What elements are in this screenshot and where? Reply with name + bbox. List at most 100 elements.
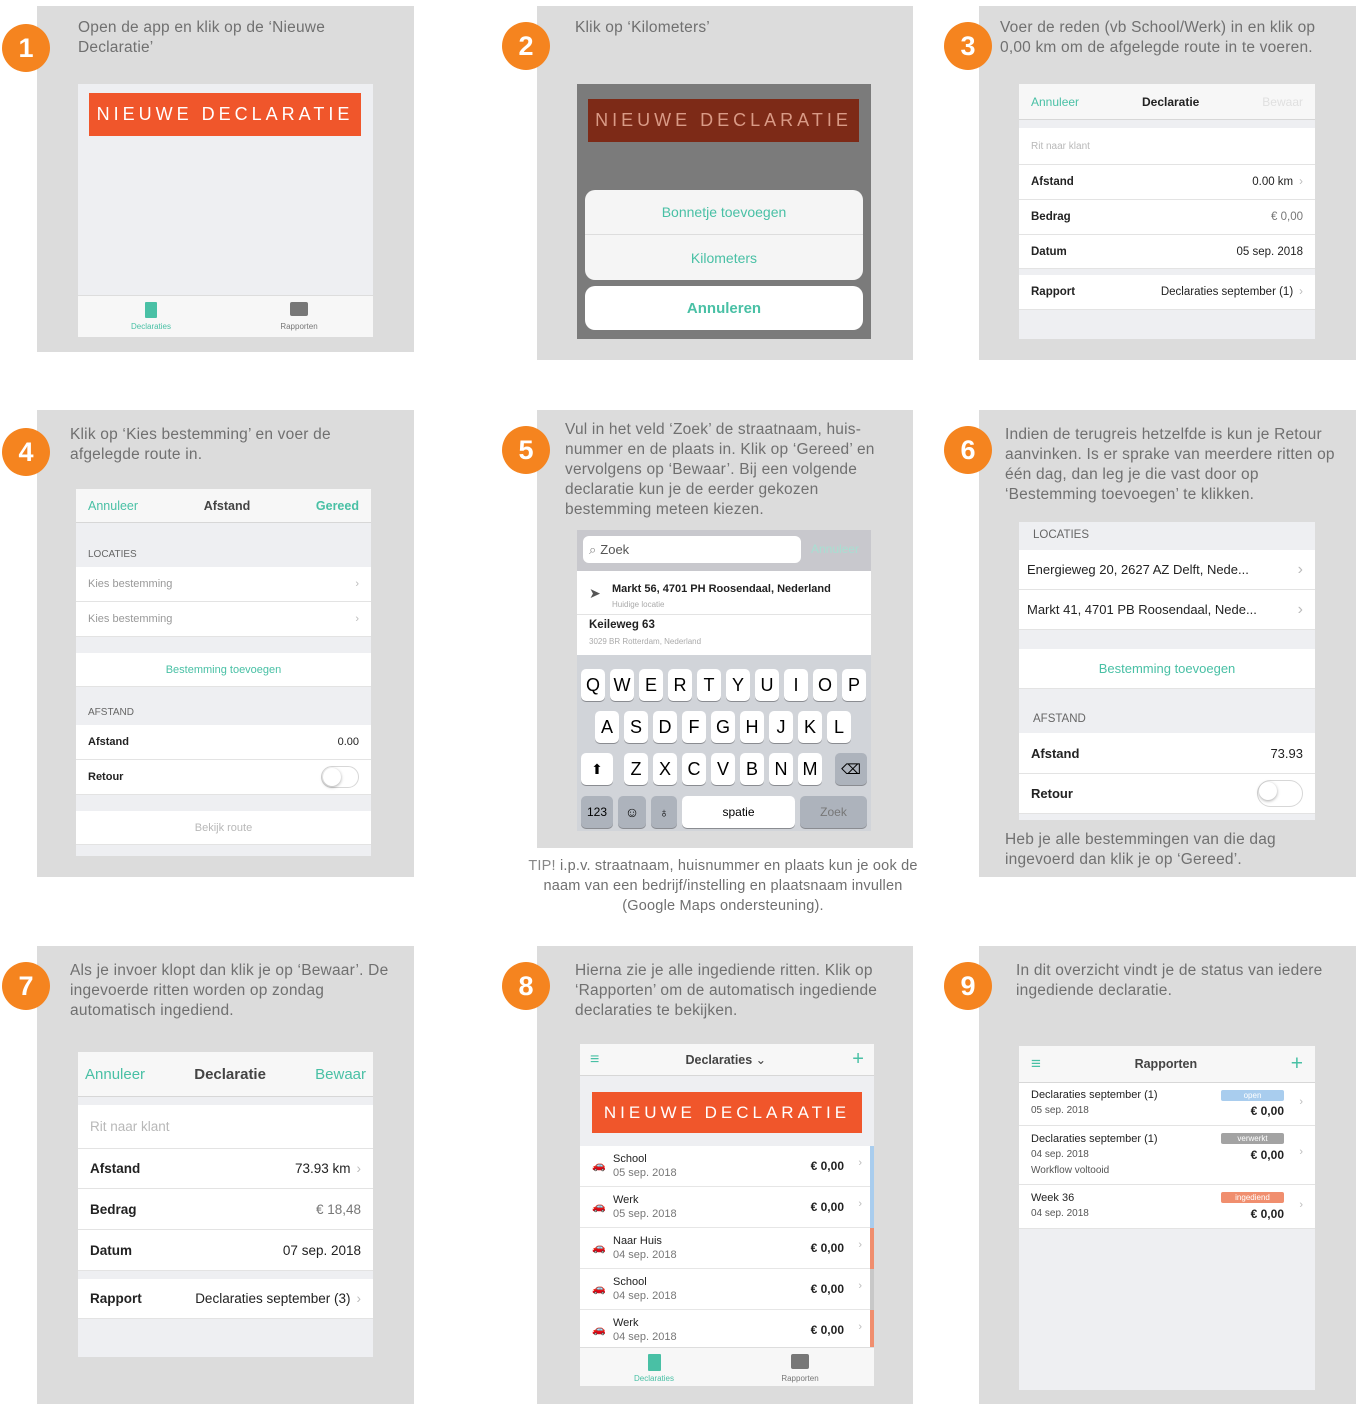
key-s[interactable]: S: [624, 711, 648, 743]
save-link[interactable]: Bewaar: [1262, 95, 1303, 109]
destination-2[interactable]: Kies bestemming ›: [76, 602, 371, 637]
date-row[interactable]: Datum 07 sep. 2018: [78, 1230, 373, 1271]
distance-row[interactable]: Afstand 73.93 km ›: [78, 1149, 373, 1189]
amount-row: Bedrag € 18,48: [78, 1189, 373, 1230]
key-e[interactable]: E: [639, 669, 663, 701]
cancel-link[interactable]: Annuleer: [85, 1066, 145, 1083]
cancel-sheet-button[interactable]: Annuleren: [585, 286, 863, 330]
add-icon[interactable]: +: [1291, 1052, 1303, 1076]
key-z[interactable]: Z: [624, 753, 648, 785]
key-k[interactable]: K: [798, 711, 822, 743]
new-declaration-button[interactable]: NIEUWE DECLARATIE: [89, 93, 361, 136]
key-b[interactable]: B: [740, 753, 764, 785]
nav-bar: Annuleer Declaratie Bewaar: [1019, 84, 1315, 120]
action-sheet: Bonnetje toevoegen Kilometers: [585, 190, 863, 280]
return-toggle[interactable]: [1257, 780, 1303, 807]
cancel-link[interactable]: Annuleer: [1031, 95, 1079, 109]
tab-rapporten[interactable]: Rapporten: [770, 1354, 830, 1383]
report-item[interactable]: Declaraties september (1) 05 sep. 2018 o…: [1019, 1083, 1315, 1126]
step-9-screen: ≡ Rapporten + Declaraties september (1) …: [1019, 1046, 1315, 1390]
location-1[interactable]: Energieweg 20, 2627 AZ Delft, Nede... ›: [1019, 550, 1315, 590]
key-r[interactable]: R: [668, 669, 692, 701]
shift-icon: ⬆: [591, 760, 603, 777]
report-item[interactable]: Declaraties september (1) 04 sep. 2018 W…: [1019, 1126, 1315, 1185]
key-j[interactable]: J: [769, 711, 793, 743]
distance-row: Afstand 0.00: [76, 725, 371, 760]
cancel-search-link[interactable]: Annuleer: [811, 542, 859, 556]
distance-row[interactable]: Afstand 0.00 km ›: [1019, 165, 1315, 200]
report-row[interactable]: Rapport Declaraties september (1) ›: [1019, 275, 1315, 310]
key-y[interactable]: Y: [726, 669, 750, 701]
shift-key[interactable]: ⬆: [581, 753, 613, 785]
status-stripe: [870, 1187, 874, 1228]
list-item[interactable]: 🚗 School 04 sep. 2018 € 0,00 ›: [580, 1269, 874, 1310]
space-key[interactable]: spatie: [682, 796, 795, 828]
save-link[interactable]: Bewaar: [315, 1066, 366, 1083]
chevron-right-icon: ›: [858, 1239, 862, 1251]
step-6-caption: Indien de terugreis hetzelfde is kun je …: [1005, 426, 1335, 503]
cancel-link[interactable]: Annuleer: [88, 499, 138, 513]
list-item[interactable]: 🚗 Werk 05 sep. 2018 € 0,00 ›: [580, 1187, 874, 1228]
backspace-key[interactable]: ⌫: [835, 753, 867, 785]
step-3-number: 3: [944, 22, 992, 70]
tip-note: TIP! i.p.v. straatnaam, huisnummer en pl…: [528, 858, 918, 914]
key-i[interactable]: I: [784, 669, 808, 701]
reason-field[interactable]: Rit naar klant: [1019, 128, 1315, 165]
dictation-key[interactable]: ♁: [651, 796, 677, 828]
key-w[interactable]: W: [610, 669, 634, 701]
numbers-key[interactable]: 123: [581, 796, 613, 828]
list-item[interactable]: 🚗 Naar Huis 04 sep. 2018 € 0,00 ›: [580, 1228, 874, 1269]
reason-field[interactable]: Rit naar klant: [78, 1105, 373, 1149]
key-v[interactable]: V: [711, 753, 735, 785]
done-link[interactable]: Gereed: [316, 499, 359, 513]
add-receipt-option[interactable]: Bonnetje toevoegen: [585, 190, 863, 235]
report-item[interactable]: Week 36 04 sep. 2018 ingediend € 0,00 ›: [1019, 1185, 1315, 1229]
key-h[interactable]: H: [740, 711, 764, 743]
kilometers-option[interactable]: Kilometers: [585, 235, 863, 280]
date-row[interactable]: Datum 05 sep. 2018: [1019, 235, 1315, 269]
list-item[interactable]: 🚗 Werk 04 sep. 2018 € 0,00 ›: [580, 1310, 874, 1351]
menu-icon[interactable]: ≡: [590, 1051, 599, 1069]
report-row[interactable]: Rapport Declaraties september (3) ›: [78, 1279, 373, 1319]
tab-declaraties[interactable]: Declaraties: [122, 302, 180, 331]
key-o[interactable]: O: [813, 669, 837, 701]
suggestion-current-location[interactable]: ➤ Markt 56, 4701 PH Roosendaal, Nederlan…: [577, 571, 871, 615]
view-route-button[interactable]: Bekijk route: [76, 811, 371, 845]
step-6-number: 6: [944, 426, 992, 474]
key-u[interactable]: U: [755, 669, 779, 701]
nav-title[interactable]: Declaraties ⌄: [685, 1052, 766, 1067]
key-x[interactable]: X: [653, 753, 677, 785]
suggestion-keileweg[interactable]: Keileweg 63 3029 BR Rotterdam, Nederland: [577, 615, 871, 655]
key-q[interactable]: Q: [581, 669, 605, 701]
key-p[interactable]: P: [842, 669, 866, 701]
key-d[interactable]: D: [653, 711, 677, 743]
key-c[interactable]: C: [682, 753, 706, 785]
chevron-right-icon: ›: [1299, 176, 1303, 188]
key-f[interactable]: F: [682, 711, 706, 743]
keyboard: Q W E R T Y U I O P A S D F G H J K L ⬆ …: [577, 661, 871, 831]
search-input[interactable]: ⌕ Zoek: [583, 536, 801, 563]
return-toggle[interactable]: [321, 766, 359, 788]
tab-rapporten[interactable]: Rapporten: [270, 302, 328, 331]
add-icon[interactable]: +: [852, 1048, 864, 1071]
add-destination-button[interactable]: Bestemming toevoegen: [76, 653, 371, 687]
new-declaration-button[interactable]: NIEUWE DECLARATIE: [592, 1092, 862, 1133]
key-g[interactable]: G: [711, 711, 735, 743]
key-l[interactable]: L: [827, 711, 851, 743]
microphone-icon: ♁: [659, 804, 669, 820]
status-stripe: [870, 1228, 874, 1269]
key-n[interactable]: N: [769, 753, 793, 785]
emoji-key[interactable]: ☺: [618, 796, 646, 828]
tab-declaraties[interactable]: Declaraties: [624, 1354, 684, 1383]
key-a[interactable]: A: [595, 711, 619, 743]
location-2[interactable]: Markt 41, 4701 PB Roosendaal, Nede... ›: [1019, 590, 1315, 630]
menu-icon[interactable]: ≡: [1031, 1054, 1041, 1074]
list-item[interactable]: 🚗 School 05 sep. 2018 € 0,00 ›: [580, 1146, 874, 1187]
step-8-screen: ≡ Declaraties ⌄ + NIEUWE DECLARATIE 🚗 Sch…: [580, 1044, 874, 1386]
key-t[interactable]: T: [697, 669, 721, 701]
chevron-right-icon: ›: [356, 1161, 362, 1176]
destination-1[interactable]: Kies bestemming ›: [76, 567, 371, 602]
add-destination-button[interactable]: Bestemming toevoegen: [1019, 649, 1315, 689]
search-key[interactable]: Zoek: [800, 796, 867, 828]
key-m[interactable]: M: [798, 753, 822, 785]
